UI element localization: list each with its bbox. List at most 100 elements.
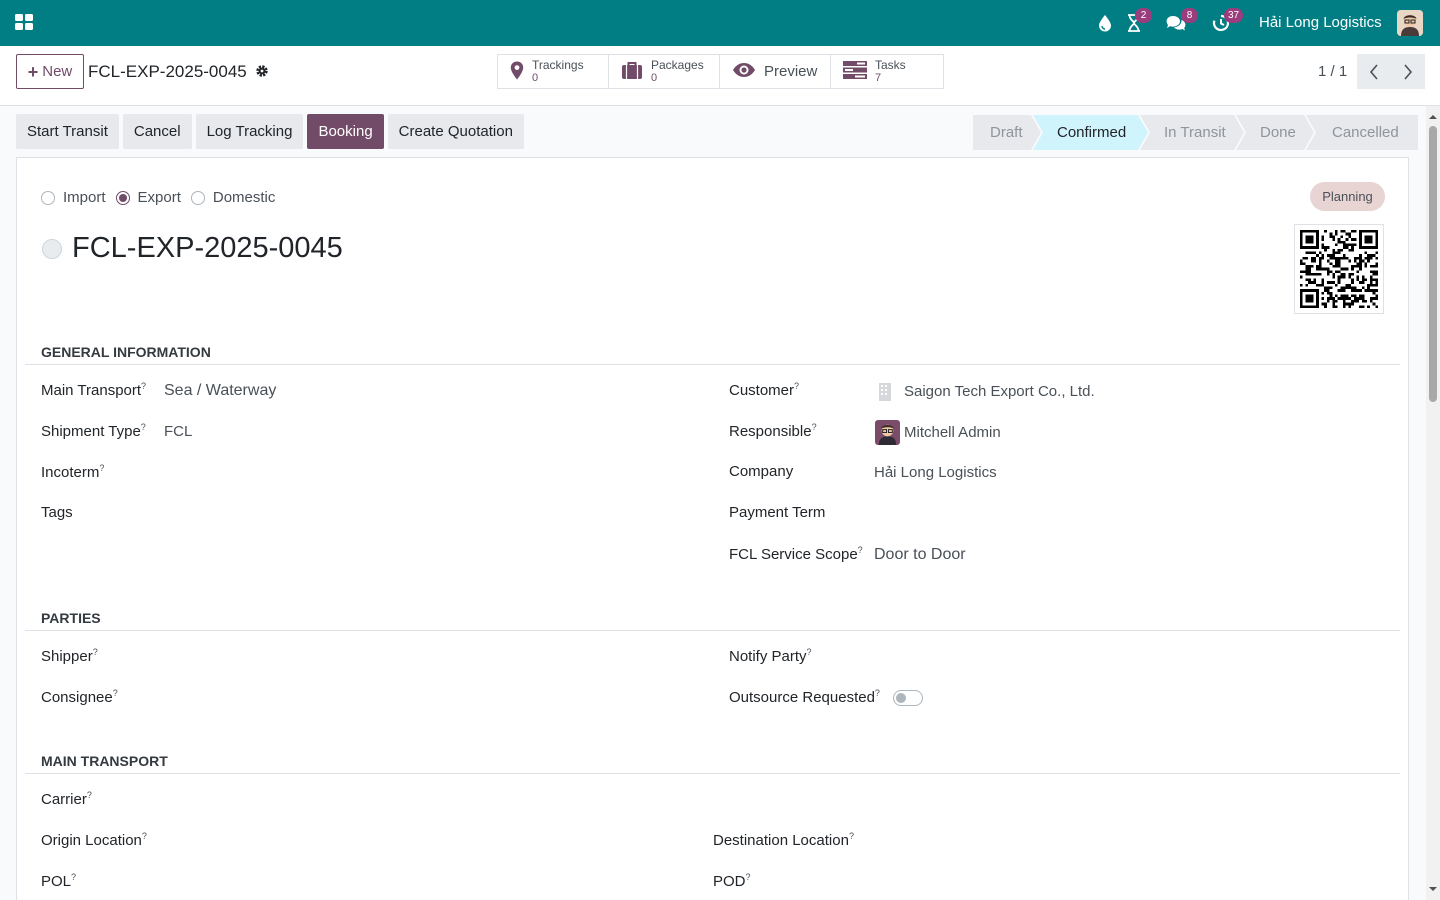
hourglass-icon[interactable] bbox=[1126, 0, 1142, 46]
control-panel: + New FCL-EXP-2025-0045 Trackings 0 Pack… bbox=[0, 46, 1440, 106]
user-avatar[interactable] bbox=[1397, 10, 1423, 36]
pol-label: POL? bbox=[41, 872, 77, 890]
tasks-label: Tasks bbox=[875, 58, 906, 72]
radio-import-label: Import bbox=[63, 189, 106, 206]
create-quotation-button[interactable]: Create Quotation bbox=[387, 114, 524, 149]
building-icon bbox=[878, 382, 892, 405]
status-bar: Draft Confirmed In Transit Done Cancelle… bbox=[973, 115, 1418, 150]
eye-icon bbox=[732, 62, 756, 81]
radio-domestic-label: Domestic bbox=[212, 189, 276, 206]
tasks-button[interactable]: Tasks 7 bbox=[831, 55, 943, 88]
direction-radio-group: Import Export Domestic bbox=[41, 189, 277, 206]
radio-export[interactable]: Export bbox=[115, 189, 181, 206]
gear-icon[interactable] bbox=[255, 64, 269, 81]
section-general-information: GENERAL INFORMATION bbox=[25, 344, 1400, 365]
stage-done[interactable]: Done bbox=[1236, 115, 1314, 150]
fcl-service-scope-label: FCL Service Scope? bbox=[729, 545, 863, 563]
packages-label: Packages bbox=[651, 58, 704, 72]
avatar bbox=[875, 420, 900, 445]
chat-icon[interactable] bbox=[1166, 0, 1186, 46]
stage-confirmed[interactable]: Confirmed bbox=[1033, 115, 1148, 150]
trackings-label: Trackings bbox=[532, 58, 584, 72]
stage-in-transit[interactable]: In Transit bbox=[1140, 115, 1244, 150]
incoterm-label: Incoterm? bbox=[41, 463, 105, 481]
pod-label: POD? bbox=[713, 872, 751, 890]
action-buttons: Start Transit Cancel Log Tracking Bookin… bbox=[16, 114, 524, 149]
company-switcher[interactable]: Hải Long Logistics bbox=[1259, 14, 1382, 31]
origin-location-label: Origin Location? bbox=[41, 831, 147, 849]
section-parties: PARTIES bbox=[25, 610, 1400, 631]
pager-value[interactable]: 1 / 1 bbox=[1318, 63, 1347, 80]
messages-badge: 8 bbox=[1181, 8, 1198, 23]
shipper-label: Shipper? bbox=[41, 647, 98, 665]
timer-badge: 37 bbox=[1224, 8, 1244, 23]
payment-term-label: Payment Term bbox=[729, 504, 826, 521]
preview-button[interactable]: Preview bbox=[720, 55, 831, 88]
activity-badge: 2 bbox=[1135, 8, 1152, 23]
tasks-icon bbox=[843, 61, 867, 82]
scrollbar-thumb[interactable] bbox=[1429, 126, 1437, 402]
tasks-count: 7 bbox=[875, 72, 882, 84]
trackings-count: 0 bbox=[532, 72, 539, 84]
fcl-service-scope-field[interactable]: Door to Door bbox=[874, 546, 966, 564]
priority-toggle[interactable] bbox=[42, 239, 62, 259]
form-view: Start Transit Cancel Log Tracking Bookin… bbox=[0, 106, 1426, 900]
briefcase-icon bbox=[621, 61, 643, 83]
cancel-button[interactable]: Cancel bbox=[122, 114, 192, 149]
log-tracking-button[interactable]: Log Tracking bbox=[195, 114, 304, 149]
tags-label: Tags bbox=[41, 504, 73, 521]
radio-domestic[interactable]: Domestic bbox=[190, 189, 276, 206]
outsource-requested-toggle[interactable] bbox=[893, 690, 923, 706]
shipment-type-field[interactable]: FCL bbox=[164, 423, 192, 440]
status-badge: Planning bbox=[1310, 182, 1385, 211]
main-transport-label: Main Transport? bbox=[41, 381, 147, 399]
section-heading: MAIN TRANSPORT bbox=[41, 753, 168, 769]
company-field[interactable]: Hải Long Logistics bbox=[874, 464, 997, 481]
packages-button[interactable]: Packages 0 bbox=[609, 55, 720, 88]
shipment-type-label: Shipment Type? bbox=[41, 422, 146, 440]
map-pin-icon bbox=[510, 61, 524, 83]
plus-icon: + bbox=[27, 61, 39, 82]
timer-icon[interactable] bbox=[1212, 0, 1230, 46]
booking-button[interactable]: Booking bbox=[307, 114, 384, 149]
stage-draft[interactable]: Draft bbox=[973, 115, 1041, 150]
drop-icon[interactable] bbox=[1097, 0, 1113, 46]
carrier-label: Carrier? bbox=[41, 790, 92, 808]
apps-icon[interactable] bbox=[15, 14, 33, 31]
top-navbar: 2 8 37 Hải Long Logistics bbox=[0, 0, 1440, 46]
consignee-label: Consignee? bbox=[41, 688, 118, 706]
stage-cancelled[interactable]: Cancelled bbox=[1306, 115, 1418, 150]
new-button[interactable]: + New bbox=[16, 54, 84, 89]
responsible-label: Responsible? bbox=[729, 422, 817, 440]
pager-previous-button[interactable] bbox=[1357, 54, 1391, 89]
start-transit-button[interactable]: Start Transit bbox=[16, 114, 119, 149]
outsource-requested-label: Outsource Requested? bbox=[729, 688, 880, 706]
smart-buttons: Trackings 0 Packages 0 Preview Tasks 7 bbox=[497, 54, 944, 89]
notify-party-label: Notify Party? bbox=[729, 647, 812, 665]
packages-count: 0 bbox=[651, 72, 658, 84]
radio-domestic-circle[interactable] bbox=[190, 190, 205, 205]
customer-label: Customer? bbox=[729, 381, 800, 399]
page-title: FCL-EXP-2025-0045 bbox=[72, 232, 343, 264]
main-transport-field[interactable]: Sea / Waterway bbox=[164, 382, 276, 400]
scrollbar[interactable] bbox=[1426, 106, 1440, 900]
form-sheet: Import Export Domestic Planning FCL-EXP-… bbox=[16, 157, 1409, 900]
trackings-button[interactable]: Trackings 0 bbox=[498, 55, 609, 88]
pager-next-button[interactable] bbox=[1391, 54, 1425, 89]
preview-label: Preview bbox=[764, 63, 818, 80]
radio-import-circle[interactable] bbox=[41, 190, 55, 205]
radio-export-label: Export bbox=[137, 189, 181, 206]
section-heading: PARTIES bbox=[41, 610, 101, 626]
breadcrumb-record-name: FCL-EXP-2025-0045 bbox=[88, 62, 247, 81]
responsible-field[interactable]: Mitchell Admin bbox=[904, 424, 1001, 441]
qr-code-icon bbox=[1294, 224, 1384, 314]
new-button-label: New bbox=[42, 63, 73, 80]
section-heading: GENERAL INFORMATION bbox=[41, 344, 211, 360]
radio-import[interactable]: Import bbox=[41, 189, 106, 206]
chevron-right-icon bbox=[1404, 63, 1413, 80]
company-label: Company bbox=[729, 463, 794, 480]
radio-export-circle[interactable] bbox=[115, 190, 130, 205]
chevron-left-icon bbox=[1369, 63, 1378, 80]
customer-field[interactable]: Saigon Tech Export Co., Ltd. bbox=[904, 383, 1095, 400]
section-main-transport: MAIN TRANSPORT bbox=[25, 753, 1400, 774]
